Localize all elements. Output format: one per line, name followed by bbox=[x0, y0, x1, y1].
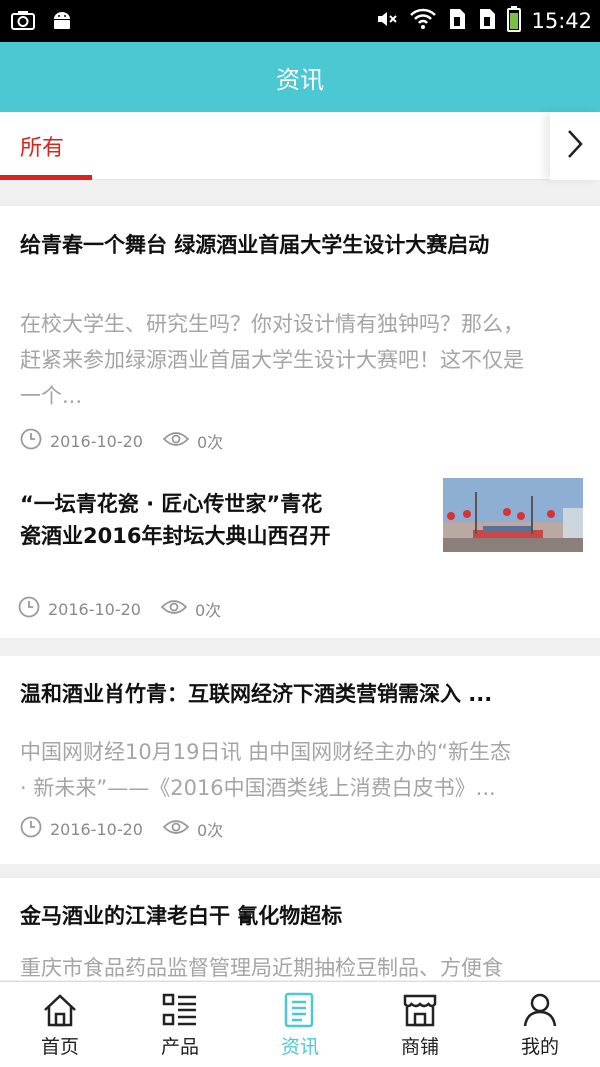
clock-icon bbox=[18, 596, 40, 622]
news-title: 给青春一个舞台 绿源酒业首届大学生设计大赛启动 bbox=[20, 233, 490, 257]
mute-icon bbox=[375, 7, 399, 35]
sim2-icon bbox=[477, 7, 497, 35]
news-date: 2016-10-20 bbox=[50, 431, 143, 451]
nav-home[interactable]: 首页 bbox=[0, 982, 120, 1067]
news-card[interactable]: “一坛青花瓷 · 匠心传世家”青花 瓷酒业2016年封坛大典山西召开 2016-… bbox=[0, 466, 600, 638]
wifi-icon bbox=[409, 7, 437, 35]
news-summary-line: 在校大学生、研究生吗？你对设计情有独钟吗？那么， bbox=[20, 312, 524, 336]
nav-products[interactable]: 产品 bbox=[120, 982, 240, 1067]
camera-icon bbox=[10, 8, 36, 36]
sim1-icon bbox=[447, 7, 467, 35]
news-summary-line: 中国网财经10月19日讯 由中国网财经主办的“新生态 bbox=[20, 740, 511, 764]
news-title-line: “一坛青花瓷 · 匠心传世家”青花 bbox=[20, 492, 323, 516]
news-views: 0次 bbox=[196, 821, 224, 840]
news-meta: 2016-10-20 0次 bbox=[18, 596, 221, 622]
news-summary-line: 重庆市食品药品监督管理局近期抽检豆制品、方便食 bbox=[20, 956, 503, 980]
android-icon bbox=[50, 8, 74, 36]
news-icon bbox=[282, 992, 318, 1028]
nav-label: 首页 bbox=[40, 1036, 79, 1058]
news-title-line: 瓷酒业2016年封坛大典山西召开 bbox=[20, 524, 331, 548]
category-tab-bar: 所有 bbox=[0, 112, 600, 180]
news-meta: 2016-10-20 0次 bbox=[20, 816, 223, 842]
news-date: 2016-10-20 bbox=[50, 819, 143, 839]
nav-label: 资讯 bbox=[280, 1036, 319, 1058]
news-card[interactable]: 给青春一个舞台 绿源酒业首届大学生设计大赛启动 在校大学生、研究生吗？你对设计情… bbox=[0, 206, 600, 466]
tab-label: 所有 bbox=[20, 136, 65, 161]
eye-icon bbox=[160, 598, 188, 620]
user-icon bbox=[522, 992, 558, 1028]
nav-news[interactable]: 资讯 bbox=[240, 982, 360, 1067]
list-icon bbox=[162, 992, 198, 1028]
page-title: 资讯 bbox=[276, 65, 324, 94]
news-summary-line: 赶紧来参加绿源酒业首届大学生设计大赛吧！这不仅是 bbox=[20, 348, 524, 372]
battery-icon bbox=[507, 6, 522, 36]
news-feed: 给青春一个舞台 绿源酒业首届大学生设计大赛启动 在校大学生、研究生吗？你对设计情… bbox=[0, 180, 600, 980]
bottom-navigation: 首页 产品 资讯 商铺 我的 bbox=[0, 981, 600, 1067]
news-thumbnail bbox=[443, 478, 583, 552]
nav-shop[interactable]: 商铺 bbox=[360, 982, 480, 1067]
clock-icon bbox=[20, 816, 42, 842]
news-date: 2016-10-20 bbox=[48, 599, 141, 619]
nav-profile[interactable]: 我的 bbox=[480, 982, 600, 1067]
news-summary-line: 一个... bbox=[20, 384, 83, 408]
shop-icon bbox=[402, 992, 438, 1028]
news-card[interactable]: 温和酒业肖竹青：互联网经济下酒类营销需深入 ... 中国网财经10月19日讯 由… bbox=[0, 656, 600, 864]
news-title: 金马酒业的江津老白干 氰化物超标 bbox=[20, 904, 343, 928]
news-meta: 2016-10-20 0次 bbox=[20, 428, 223, 454]
news-views: 0次 bbox=[196, 433, 224, 452]
app-header: 资讯 bbox=[0, 42, 600, 112]
status-bar: 15:42 bbox=[0, 0, 600, 42]
clock-icon bbox=[20, 428, 42, 454]
eye-icon bbox=[162, 430, 190, 452]
tab-all[interactable]: 所有 bbox=[0, 112, 92, 180]
nav-label: 产品 bbox=[160, 1036, 199, 1058]
news-title: 温和酒业肖竹青：互联网经济下酒类营销需深入 ... bbox=[20, 682, 493, 706]
more-tabs-button[interactable] bbox=[550, 112, 600, 180]
nav-label: 商铺 bbox=[400, 1036, 439, 1058]
nav-label: 我的 bbox=[520, 1036, 559, 1058]
news-card[interactable]: 金马酒业的江津老白干 氰化物超标 重庆市食品药品监督管理局近期抽检豆制品、方便食 bbox=[0, 878, 600, 980]
chevron-right-icon bbox=[565, 128, 585, 164]
news-summary-line: · 新未来”——《2016中国酒类线上消费白皮书》... bbox=[20, 776, 496, 800]
news-views: 0次 bbox=[194, 601, 222, 620]
clock: 15:42 bbox=[531, 9, 592, 33]
eye-icon bbox=[162, 818, 190, 840]
home-icon bbox=[42, 992, 78, 1028]
